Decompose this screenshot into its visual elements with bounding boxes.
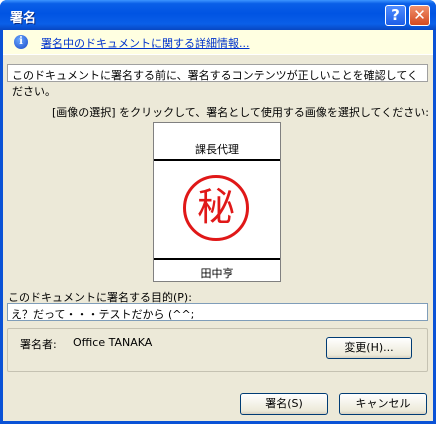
help-button[interactable]: ? [385,5,406,26]
change-signer-button[interactable]: 変更(H)... [326,337,412,359]
info-icon: i [14,35,28,49]
info-bar: i 署名中のドキュメントに関する詳細情報... [3,30,433,55]
window-title: 署名 [10,11,37,26]
instruction-text: [画像の選択] をクリックして、署名として使用する画像を選択してください: [52,106,429,119]
close-button[interactable]: ✕ [409,5,430,26]
signature-bottom-line [154,258,280,260]
sign-dialog: 署名 ? ✕ i 署名中のドキュメントに関する詳細情報... このドキュメントに… [0,0,436,424]
signature-name: 田中亨 [200,267,234,280]
signature-image-box[interactable]: 課長代理 秘 田中亨 [153,122,281,282]
signer-name: Office TANAKA [73,336,153,349]
purpose-input[interactable]: え？だって・・・テストだから (^^; [7,303,428,321]
signature-title: 課長代理 [195,143,239,156]
signer-label: 署名者: [20,338,57,351]
details-link[interactable]: 署名中のドキュメントに関する詳細情報... [41,35,250,51]
verify-notice: このドキュメントに署名する前に、署名するコンテンツが正しいことを確認してください… [7,64,428,98]
title-bar[interactable]: 署名 ? ✕ [0,0,436,30]
sign-button[interactable]: 署名(S) [240,393,328,415]
seal-stamp: 秘 [183,175,249,241]
dialog-body: i 署名中のドキュメントに関する詳細情報... このドキュメントに署名する前に、… [3,30,433,421]
signature-top-line [154,159,280,161]
cancel-button[interactable]: キャンセル [339,393,427,415]
